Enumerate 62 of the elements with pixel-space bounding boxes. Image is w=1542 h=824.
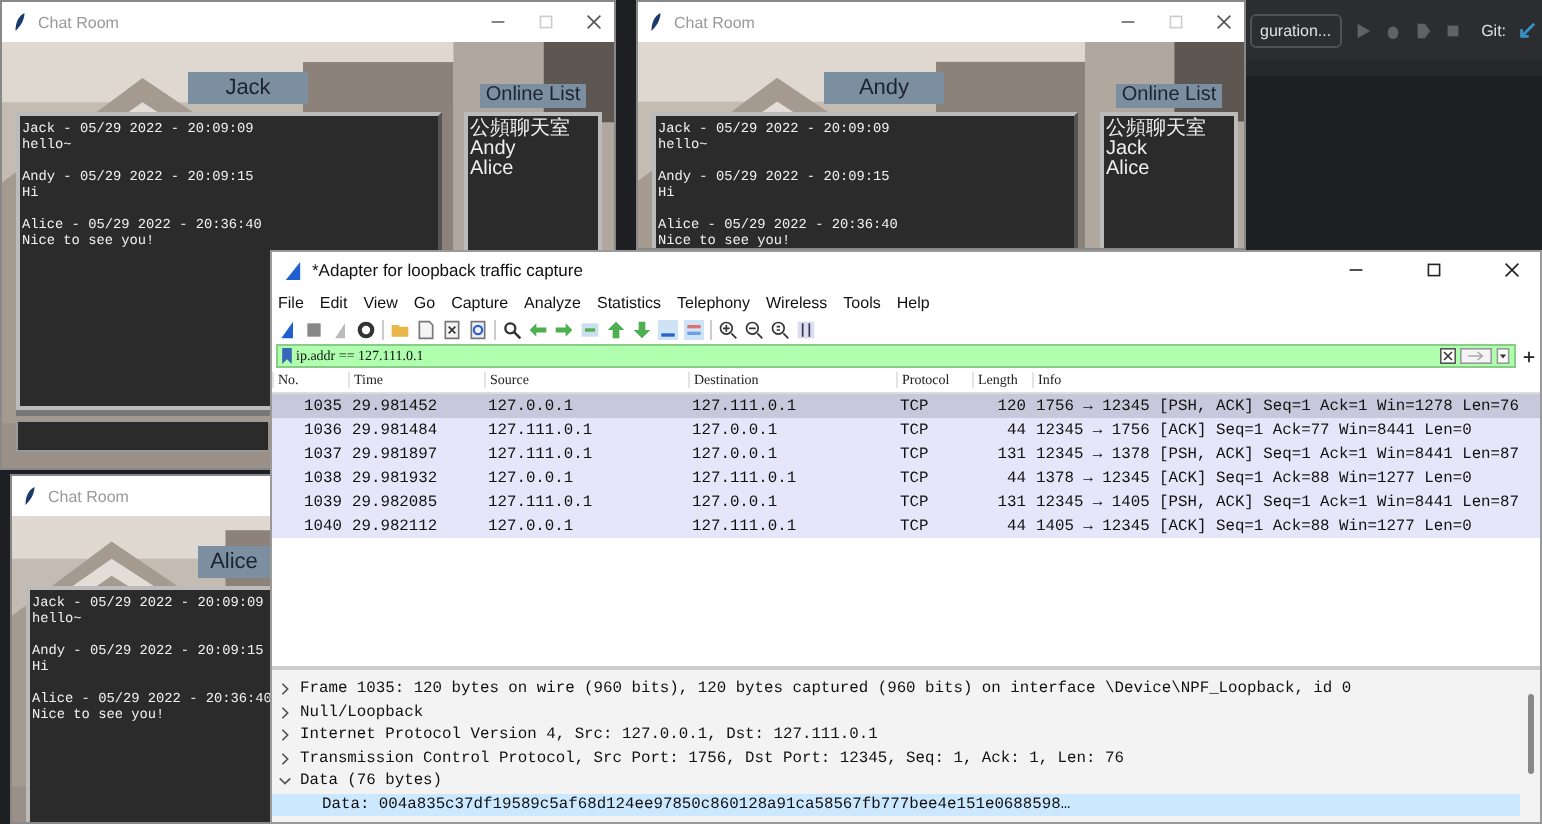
scrollbar[interactable]: [1528, 694, 1534, 774]
dropdown-icon[interactable]: [1496, 348, 1510, 364]
menu-item[interactable]: Help: [896, 293, 930, 311]
stop-icon[interactable]: [304, 320, 324, 340]
feather-icon: [24, 486, 36, 506]
menu-item[interactable]: Capture: [451, 293, 509, 311]
menu-item[interactable]: Statistics: [597, 293, 662, 311]
run-configuration-button[interactable]: guration...: [1250, 13, 1342, 47]
menu-item[interactable]: Edit: [319, 293, 348, 311]
options-icon[interactable]: [356, 320, 376, 340]
menu-item[interactable]: File: [278, 293, 304, 311]
arrow-icon[interactable]: [1518, 21, 1537, 39]
zoom-reset-icon[interactable]: [770, 320, 790, 340]
down-arrow-icon[interactable]: [632, 320, 652, 340]
user-name-label: Jack: [188, 72, 308, 104]
menu-item[interactable]: View: [363, 293, 398, 311]
right-arrow-icon[interactable]: [554, 320, 574, 340]
plus-icon[interactable]: [1522, 349, 1536, 363]
window-title: *Adapter for loopback traffic capture: [312, 260, 585, 280]
close-icon[interactable]: [1216, 14, 1232, 30]
shark-fin-icon[interactable]: [278, 320, 298, 340]
zoom-in-icon[interactable]: [718, 320, 738, 340]
window-title: Chat Room: [674, 13, 757, 31]
close-icon[interactable]: [586, 14, 602, 30]
resize-columns-icon[interactable]: [796, 320, 816, 340]
message-input-field[interactable]: [16, 420, 268, 452]
git-label: Git:: [1481, 21, 1507, 39]
zoom-out-icon[interactable]: [744, 320, 764, 340]
up-arrow-icon[interactable]: [606, 320, 626, 340]
menu-item[interactable]: Tools: [843, 293, 881, 311]
online-user[interactable]: 公頻聊天室: [1106, 120, 1232, 140]
close-icon[interactable]: [1504, 262, 1520, 278]
menu-item[interactable]: Wireless: [766, 293, 828, 311]
bookmark-icon[interactable]: [282, 348, 292, 364]
menu-item[interactable]: Go: [413, 293, 436, 311]
shark-fin-icon: [284, 261, 302, 279]
online-user[interactable]: 公頻聊天室: [470, 120, 596, 140]
jump-icon[interactable]: [580, 320, 600, 340]
maximize-icon[interactable]: [1426, 262, 1442, 278]
user-name-label: Alice: [198, 546, 270, 578]
online-user[interactable]: Andy: [470, 140, 596, 160]
online-user[interactable]: Alice: [1106, 160, 1232, 180]
window-title: Chat Room: [38, 13, 121, 31]
feather-icon: [650, 12, 662, 32]
close-file-icon[interactable]: [442, 320, 462, 340]
menu-item[interactable]: Telephony: [677, 293, 750, 311]
online-list-title: Online List: [1115, 84, 1223, 108]
user-name-label: Andy: [824, 72, 944, 104]
online-list-title: Online List: [479, 84, 587, 108]
chevron-down-icon[interactable]: [278, 774, 292, 789]
autoscroll-icon[interactable]: [658, 320, 678, 340]
file-icon[interactable]: [416, 320, 436, 340]
restart-fin-icon[interactable]: [330, 320, 350, 340]
window-title: Chat Room: [48, 487, 131, 505]
menu-item[interactable]: Analyze: [524, 293, 581, 311]
clear-icon[interactable]: [1440, 348, 1456, 364]
feather-icon: [14, 12, 26, 32]
search-icon[interactable]: [502, 320, 522, 340]
colorize-icon[interactable]: [684, 320, 704, 340]
online-user[interactable]: Jack: [1106, 140, 1232, 160]
online-user[interactable]: Alice: [470, 160, 596, 180]
reload-icon[interactable]: [468, 320, 488, 340]
